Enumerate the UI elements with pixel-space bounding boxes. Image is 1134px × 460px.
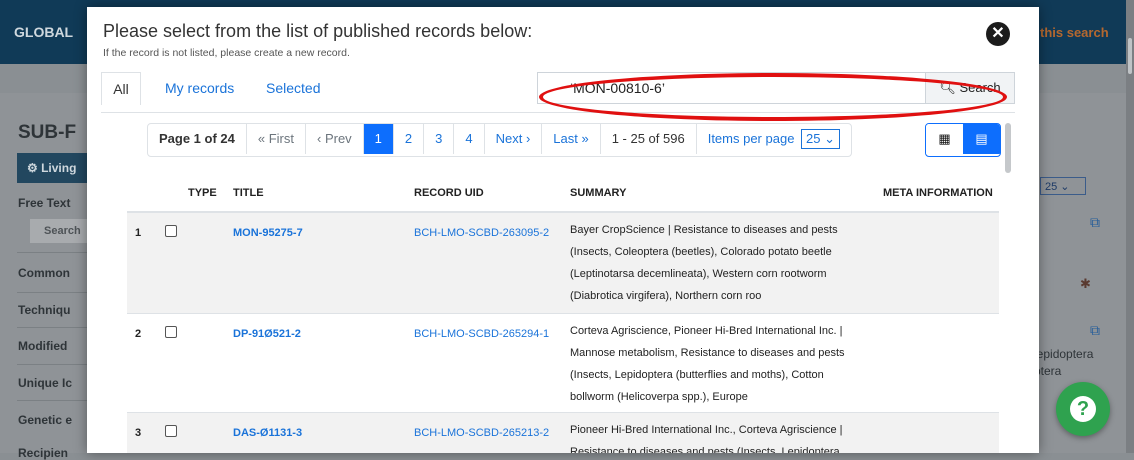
page-1-button[interactable]: 1 <box>363 124 394 154</box>
help-button[interactable]: ? <box>1056 382 1110 436</box>
last-page-button[interactable]: Last » <box>542 124 601 154</box>
living-label: Living <box>41 161 77 175</box>
side-label-modified[interactable]: Modified <box>18 339 67 353</box>
header-type: TYPE <box>188 187 217 199</box>
table-view-icon[interactable]: ▤ <box>963 124 1000 154</box>
divider <box>17 252 97 253</box>
tab-my-records[interactable]: My records <box>165 80 234 96</box>
search-input[interactable]: ‘MON-00810-6’ <box>537 72 925 104</box>
page-info: Page 1 of 24 <box>148 124 247 154</box>
page-2-button[interactable]: 2 <box>394 124 425 154</box>
close-icon[interactable]: ✕ <box>986 22 1010 46</box>
table-scrollbar-thumb[interactable] <box>1005 123 1011 173</box>
header-summary: SUMMARY <box>570 187 627 199</box>
living-filter-tab[interactable]: ⚙ Living <box>17 153 97 183</box>
side-label-technique[interactable]: Techniqu <box>18 303 70 317</box>
result-range: 1 - 25 of 596 <box>601 124 697 154</box>
divider <box>17 327 97 328</box>
record-uid-link[interactable]: BCH-LMO-SCBD-263095-2 <box>414 227 549 239</box>
pagination: Page 1 of 24 « First ‹ Prev 1 2 3 4 Next… <box>147 123 853 157</box>
row-number: 2 <box>135 328 142 340</box>
record-summary: Pioneer Hi-Bred International Inc., Cort… <box>570 424 843 453</box>
grid-view-icon[interactable]: ▦ <box>926 124 963 154</box>
search-button-label: Search <box>959 80 1001 95</box>
page-3-button[interactable]: 3 <box>424 124 455 154</box>
record-uid-link[interactable]: BCH-LMO-SCBD-265213-2 <box>414 427 549 439</box>
side-label-recipient[interactable]: Recipien <box>18 446 68 460</box>
tab-all[interactable]: All <box>101 72 141 105</box>
first-page-button[interactable]: « First <box>247 124 306 154</box>
external-link-icon[interactable]: ⧉ <box>1090 322 1100 339</box>
side-label-genetic[interactable]: Genetic e <box>18 413 72 427</box>
save-search-link[interactable]: this search <box>1040 25 1109 40</box>
row-number: 3 <box>135 427 142 439</box>
record-title-link[interactable]: DAS-Ø1131-3 <box>233 427 302 439</box>
table-row: 1 MON-95275-7 BCH-LMO-SCBD-263095-2 Baye… <box>127 213 999 314</box>
page-4-button[interactable]: 4 <box>454 124 485 154</box>
modal-title: Please select from the list of published… <box>103 21 533 41</box>
site-brand: GLOBAL <box>14 24 74 40</box>
side-label-unique[interactable]: Unique Ic <box>18 376 72 390</box>
header-record-uid: RECORD UID <box>414 187 484 199</box>
row-checkbox[interactable] <box>165 425 177 437</box>
bug-icon: ✱ <box>1080 276 1091 291</box>
row-checkbox[interactable] <box>165 326 177 338</box>
record-title-link[interactable]: DP-91Ø521-2 <box>233 328 301 340</box>
page-scrollbar-thumb[interactable] <box>1128 38 1132 74</box>
items-per-page-label: Items per page <box>707 131 795 146</box>
section-title: SUB-F <box>18 122 77 143</box>
record-summary: Corteva Agriscience, Pioneer Hi-Bred Int… <box>570 325 845 403</box>
side-label-common[interactable]: Common <box>18 266 70 280</box>
bg-items-per-page-select[interactable]: 25 ⌄ <box>1040 177 1086 195</box>
modal-subtitle: If the record is not listed, please crea… <box>103 47 350 59</box>
header-title: TITLE <box>233 187 264 199</box>
search-button[interactable]: 🔍︎ Search <box>925 72 1015 104</box>
view-toggle: ▦ ▤ <box>925 123 1001 157</box>
side-label-free-text: Free Text <box>18 196 71 210</box>
question-icon: ? <box>1070 396 1096 422</box>
record-select-modal: Please select from the list of published… <box>87 7 1039 453</box>
prev-page-button[interactable]: ‹ Prev <box>306 124 364 154</box>
divider <box>17 364 97 365</box>
record-title-link[interactable]: MON-95275-7 <box>233 227 303 239</box>
record-summary: Bayer CropScience | Resistance to diseas… <box>570 224 838 302</box>
items-per-page-select[interactable]: 25 ⌄ <box>801 129 841 149</box>
record-uid-link[interactable]: BCH-LMO-SCBD-265294-1 <box>414 328 549 340</box>
divider <box>17 292 97 293</box>
table-header: TYPE TITLE RECORD UID SUMMARY META INFOR… <box>127 175 999 213</box>
table-row: 3 DAS-Ø1131-3 BCH-LMO-SCBD-265213-2 Pion… <box>127 413 999 453</box>
next-page-button[interactable]: Next › <box>485 124 543 154</box>
divider <box>17 400 97 401</box>
bg-text: Lepidoptera <box>1030 347 1094 361</box>
tab-selected[interactable]: Selected <box>266 80 320 96</box>
tab-divider <box>101 112 1015 113</box>
external-link-icon[interactable]: ⧉ <box>1090 214 1100 231</box>
header-meta: META INFORMATION <box>883 187 993 199</box>
row-checkbox[interactable] <box>165 225 177 237</box>
row-number: 1 <box>135 227 142 239</box>
items-per-page: Items per page 25 ⌄ <box>697 124 851 154</box>
search-icon: 🔍︎ <box>939 80 956 95</box>
table-row: 2 DP-91Ø521-2 BCH-LMO-SCBD-265294-1 Cort… <box>127 314 999 413</box>
